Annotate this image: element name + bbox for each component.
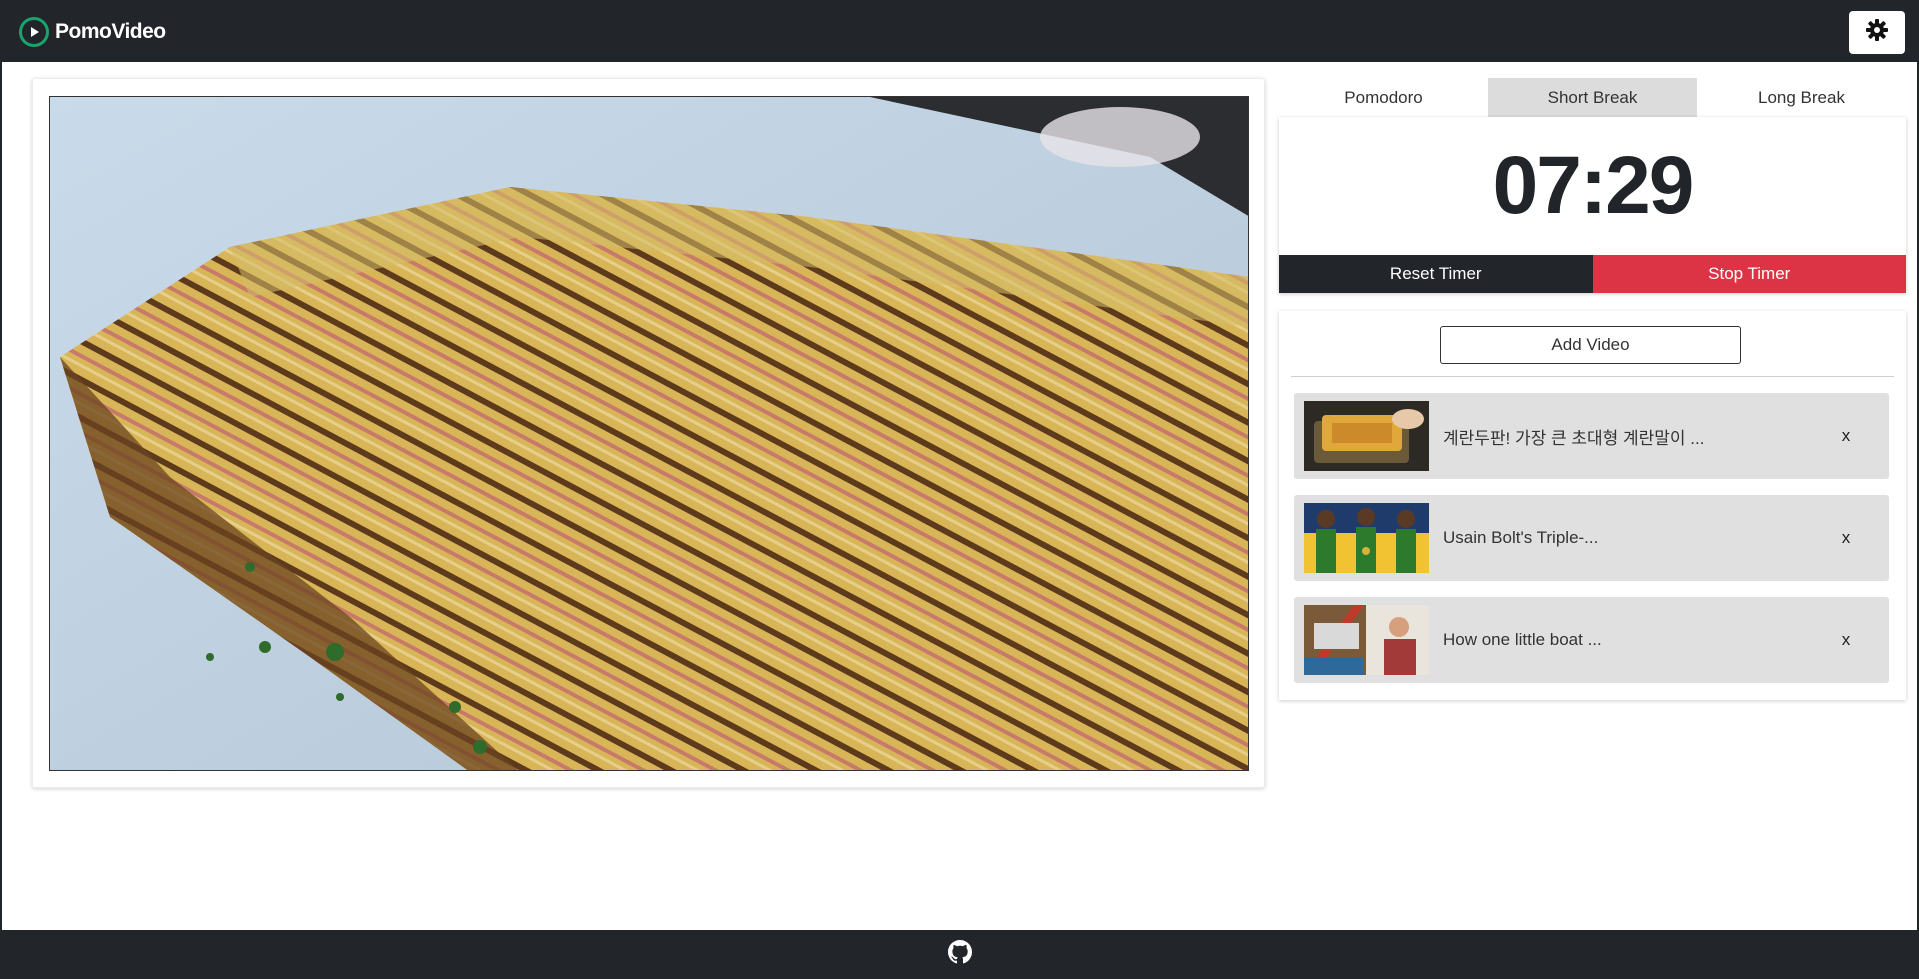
video-thumbnail [1304,605,1429,675]
brand[interactable]: PomoVideo [19,17,166,47]
gear-icon [1865,18,1889,47]
tab-pomodoro[interactable]: Pomodoro [1279,78,1488,118]
playlist-item[interactable]: 계란두판! 가장 큰 초대형 계란말이 ... x [1294,393,1889,479]
remove-video-button[interactable]: x [1834,393,1858,479]
navbar: PomoVideo [2,0,1917,62]
brand-name: PomoVideo [55,20,166,43]
timer-card: 07:29 Reset Timer Stop Timer [1279,117,1906,293]
playlist-item[interactable]: Usain Bolt's Triple-... x [1294,495,1889,581]
tab-long-break[interactable]: Long Break [1697,78,1906,118]
playlist-item-title: 계란두판! 가장 큰 초대형 계란말이 ... [1443,428,1705,448]
timer-mode-tabs: Pomodoro Short Break Long Break [1279,78,1906,118]
add-video-button[interactable]: Add Video [1440,326,1741,364]
playlist-item[interactable]: How one little boat ... x [1294,597,1889,683]
video-player[interactable] [49,96,1249,771]
play-circle-icon [19,17,49,47]
video-thumbnail [1304,401,1429,471]
video-frame-image [50,97,1248,770]
timer-display: 07:29 [1492,140,1695,231]
app-root: PomoVideo Pomodoro Short Break Long Brea… [0,0,1919,979]
playlist-item-title: How one little boat ... [1443,630,1602,649]
stop-timer-button[interactable]: Stop Timer [1592,255,1906,293]
video-thumbnail [1304,503,1429,573]
timer-controls: Reset Timer Stop Timer [1279,255,1906,293]
footer [2,930,1917,979]
playlist-item-title: Usain Bolt's Triple-... [1443,528,1599,547]
remove-video-button[interactable]: x [1834,495,1858,581]
settings-button[interactable] [1849,11,1905,54]
github-icon[interactable] [947,940,972,969]
video-card [32,78,1265,788]
playlist-card: Add Video 계란두판! 가장 큰 초대형 계란말이 ... x Usai… [1279,311,1906,700]
tab-short-break[interactable]: Short Break [1488,78,1697,118]
divider [1291,376,1894,377]
reset-timer-button[interactable]: Reset Timer [1279,255,1593,293]
remove-video-button[interactable]: x [1834,597,1858,683]
